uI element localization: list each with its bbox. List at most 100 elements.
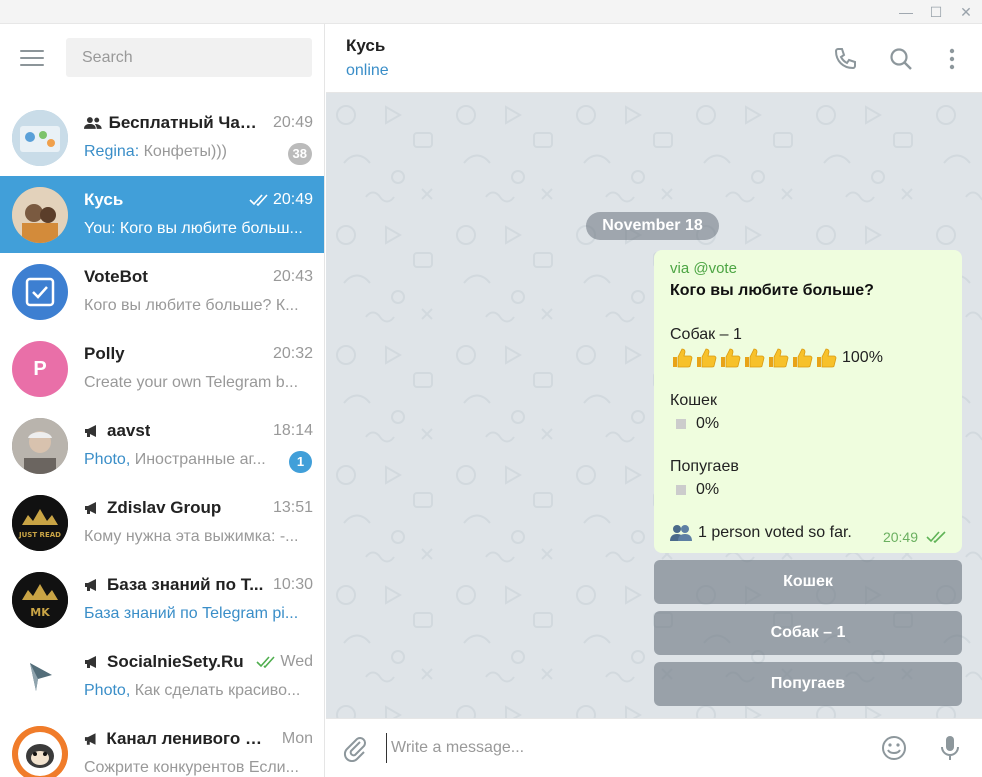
chat-item[interactable]: Канал ленивого S... Mon Сожрите конкурен… [0,715,324,777]
message-time: 20:49 [883,529,948,545]
checkbox-icon [25,277,55,307]
maximize-button[interactable]: ☐ [926,2,946,22]
megaphone-icon [85,502,96,514]
via-bot-label[interactable]: via @vote [670,260,737,277]
inline-button-dogs[interactable]: Собак – 1 [654,611,962,655]
group-icon [84,117,102,129]
sloth-logo-icon [12,726,68,777]
chat-preview: Create your own Telegram b... [84,374,299,391]
chat-item[interactable]: aavst 18:14 Photo, Иностранные аг... 1 [0,407,324,484]
avatar [12,110,68,166]
chat-item[interactable]: SocialnieSety.Ru Wed Photo, Как сделать … [0,638,324,715]
megaphone-icon [85,579,96,591]
chat-status: online [346,62,389,79]
chat-time: 20:43 [272,268,313,285]
chat-preview: Кого вы любите больше? К... [84,297,299,314]
chat-name: Zdislav Group [84,498,264,518]
search-input[interactable] [66,38,312,77]
avatar [12,264,68,320]
avatar [12,726,68,777]
poll-option-label: Кошек [670,392,717,409]
thumbs-up-icon [745,348,765,368]
people-icon [670,525,692,541]
thumbs-up-row [670,347,838,369]
message-input[interactable] [386,733,866,763]
unread-badge: 38 [287,143,312,165]
double-check-icon [926,531,946,543]
messages-area[interactable]: November 18 via @vote Кого вы любите бол… [326,93,982,718]
poll-option-bar: 0% [670,412,719,436]
window-titlebar: — ☐ ✕ [0,0,982,24]
thumbs-up-icon [721,348,741,368]
thumbs-up-icon [673,348,693,368]
poll-option-percent: 0% [696,481,720,498]
date-separator: November 18 [586,212,719,240]
avatar: P [12,341,68,397]
thumbs-up-icon [697,348,717,368]
poll-option-percent: 0% [696,415,720,432]
close-button[interactable]: ✕ [956,2,976,22]
chat-name: Кусь [84,190,124,209]
chat-item[interactable]: Бесплатный Чат ... 20:49 Regina: Конфеты… [0,99,324,176]
poll-option-label: Попугаев [670,458,739,475]
megaphone-icon [85,656,96,668]
poll-question: Кого вы любите больше? [670,282,874,299]
chat-item[interactable]: Кусь 20:49 You: Кого вы любите больш... [0,176,324,253]
chat-header: Кусь online [326,24,982,93]
megaphone-icon [84,733,96,745]
svg-text:JUST READ: JUST READ [18,531,61,539]
more-vertical-icon[interactable] [939,46,965,72]
chat-preview: Кому нужна эта выжимка: -... [84,528,299,545]
chat-preview: Regina: Конфеты))) [84,143,227,160]
inline-button-cats[interactable]: Кошек [654,560,962,604]
chat-time: Wed [256,653,313,671]
thumbs-up-icon [817,348,837,368]
double-check-icon [249,194,268,206]
hamburger-menu-icon[interactable] [20,48,46,68]
inline-button-parrots[interactable]: Попугаев [654,662,962,706]
chat-list: Бесплатный Чат ... 20:49 Regina: Конфеты… [0,99,324,777]
chat-name: Бесплатный Чат ... [84,113,264,133]
unread-badge: 1 [289,451,312,473]
phone-icon[interactable] [832,46,858,72]
thumbs-up-icon [793,348,813,368]
poll-option-label: Собак – 1 [670,326,742,343]
chat-name: База знаний по Т... [84,575,264,595]
paperclip-icon[interactable] [340,734,368,762]
chat-name: SocialnieSety.Ru [84,652,264,672]
poll-votes-summary: 1 person voted so far. [670,524,852,542]
plane-logo-icon [12,649,68,705]
emoji-icon[interactable] [880,734,908,762]
chat-name: Polly [84,344,125,363]
poll-message-bubble[interactable]: via @vote Кого вы любите больше? Собак –… [654,250,962,553]
avatar [12,418,68,474]
chat-item[interactable]: VoteBot 20:43 Кого вы любите больше? К..… [0,253,324,330]
poll-option-bar: 100% [670,346,883,370]
chat-time: Mon [281,730,313,747]
chat-time: 10:30 [272,576,313,593]
minimize-button[interactable]: — [896,2,916,22]
chat-name: Канал ленивого S... [84,729,264,749]
chat-preview: Сожрите конкурентов Если... [84,759,299,776]
avatar: MK [12,572,68,628]
chat-preview: You: Кого вы любите больш... [84,220,303,237]
chat-preview: База знаний по Telegram pi... [84,605,299,622]
chat-title[interactable]: Кусь [346,36,385,56]
chat-preview: Photo, Как сделать красиво... [84,682,301,699]
thumbs-up-icon [769,348,789,368]
search-icon[interactable] [888,46,914,72]
chat-time: 13:51 [272,499,313,516]
avatar [12,187,68,243]
avatar: JUST READ [12,495,68,551]
chat-item[interactable]: JUST READ Zdislav Group 13:51 Кому нужна… [0,484,324,561]
chat-item[interactable]: P Polly 20:32 Create your own Telegram b… [0,330,324,407]
chat-name: aavst [84,421,264,441]
microphone-icon[interactable] [936,734,964,762]
chat-item[interactable]: MK База знаний по Т... 10:30 База знаний… [0,561,324,638]
megaphone-icon [85,425,96,437]
double-check-icon [256,656,275,668]
chat-name: VoteBot [84,267,148,286]
sidebar: Бесплатный Чат ... 20:49 Regina: Конфеты… [0,24,325,777]
empty-bar-square [676,419,686,429]
message-composer [326,718,982,777]
